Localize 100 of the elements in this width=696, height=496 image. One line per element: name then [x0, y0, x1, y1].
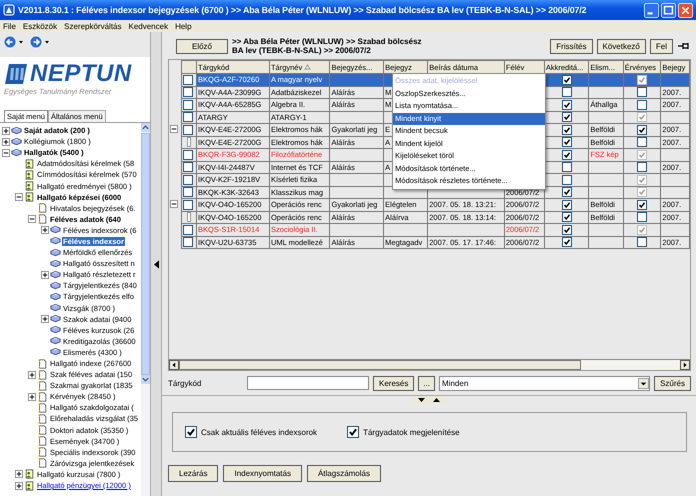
menu-item[interactable]: Kedvencek: [128, 22, 168, 30]
row-checkbox[interactable]: [183, 87, 193, 98]
scroll-thumb[interactable]: [141, 133, 150, 375]
menu-item[interactable]: Eszközök: [22, 22, 58, 30]
valid-checkbox[interactable]: [637, 174, 648, 185]
accredited-checkbox[interactable]: [562, 150, 572, 160]
scroll-thumb[interactable]: [179, 360, 581, 370]
collapse-toggle[interactable]: [15, 193, 23, 202]
accredited-checkbox[interactable]: [562, 187, 572, 198]
logo-text: NEPTUN: [30, 63, 132, 85]
expand-toggle[interactable]: [2, 126, 10, 135]
accredited-checkbox[interactable]: [562, 237, 572, 248]
accredited-checkbox[interactable]: [562, 100, 572, 110]
filter-dropdown[interactable]: Minden: [439, 376, 650, 390]
collapse-toggle[interactable]: [170, 124, 178, 133]
header-button[interactable]: Frissítés: [550, 38, 593, 54]
valid-checkbox[interactable]: [637, 100, 648, 110]
row-checkbox[interactable]: [183, 224, 193, 235]
row-checkbox[interactable]: [187, 137, 191, 148]
search-button[interactable]: Keresés: [373, 376, 414, 390]
menu-item[interactable]: File: [3, 22, 16, 30]
expand-toggle[interactable]: [28, 392, 36, 401]
collapse-toggle[interactable]: [170, 200, 178, 208]
page-icon: [37, 458, 48, 468]
valid-checkbox[interactable]: [637, 74, 648, 85]
accredited-checkbox[interactable]: [562, 112, 572, 122]
accredited-checkbox[interactable]: [562, 124, 572, 135]
valid-checkbox[interactable]: [637, 187, 648, 198]
header-button[interactable]: Következő: [596, 38, 646, 54]
forward-button[interactable]: [30, 36, 52, 48]
expand-toggle[interactable]: [2, 138, 10, 146]
valid-checkbox[interactable]: [637, 150, 648, 160]
subject-code-field[interactable]: [247, 376, 369, 390]
row-checkbox[interactable]: [183, 100, 193, 110]
row-checkbox[interactable]: [183, 200, 193, 210]
collapse-toggle[interactable]: [28, 215, 36, 224]
valid-checkbox[interactable]: [637, 137, 648, 148]
accredited-checkbox[interactable]: [562, 137, 572, 148]
scroll-left-icon[interactable]: [169, 360, 179, 370]
action-button[interactable]: Indexnyomtatás: [223, 465, 302, 482]
back-button[interactable]: [4, 36, 26, 48]
expand-toggle[interactable]: [41, 315, 49, 324]
scroll-down-icon[interactable]: [141, 375, 150, 384]
valid-checkbox[interactable]: [637, 124, 648, 135]
row-checkbox[interactable]: [183, 112, 193, 122]
option-checkbox[interactable]: [185, 426, 197, 438]
row-checkbox[interactable]: [187, 212, 191, 222]
sort-icon: [304, 64, 312, 70]
scroll-right-icon[interactable]: [680, 360, 690, 370]
expand-toggle[interactable]: [15, 482, 23, 490]
accredited-checkbox[interactable]: [562, 174, 572, 185]
valid-checkbox[interactable]: [637, 112, 648, 122]
pin-icon[interactable]: [677, 41, 691, 51]
minimize-button[interactable]: [644, 2, 659, 18]
expand-toggle[interactable]: [41, 270, 49, 279]
maximize-button[interactable]: [661, 2, 676, 18]
document-person-icon: [24, 170, 35, 180]
horizontal-scrollbar[interactable]: [169, 359, 690, 370]
row-checkbox[interactable]: [183, 150, 193, 160]
expand-toggle[interactable]: [41, 226, 49, 234]
close-button[interactable]: [678, 2, 693, 18]
dropdown-icon: [638, 378, 650, 388]
accredited-checkbox[interactable]: [562, 200, 572, 210]
collapse-left-icon[interactable]: [154, 260, 158, 268]
page-icon: [37, 414, 48, 424]
accredited-checkbox[interactable]: [562, 87, 572, 98]
page-icon: [37, 425, 48, 436]
header-button[interactable]: Fel: [650, 38, 673, 54]
valid-checkbox[interactable]: [637, 200, 648, 210]
row-checkbox[interactable]: [183, 74, 193, 85]
expand-toggle[interactable]: [28, 370, 36, 379]
more-button[interactable]: ...: [418, 376, 436, 390]
previous-button[interactable]: Előző: [176, 38, 228, 54]
valid-checkbox[interactable]: [637, 237, 648, 248]
expand-toggle[interactable]: [15, 470, 23, 478]
vertical-scrollbar[interactable]: [141, 123, 150, 496]
document-person-icon: [24, 181, 35, 192]
valid-checkbox[interactable]: [637, 212, 648, 222]
valid-checkbox[interactable]: [637, 87, 648, 98]
accredited-checkbox[interactable]: [562, 74, 572, 85]
action-button[interactable]: Átlagszámolás: [306, 465, 381, 482]
accredited-checkbox[interactable]: [562, 224, 572, 235]
row-checkbox[interactable]: [183, 174, 193, 185]
option-checkbox[interactable]: [347, 426, 360, 438]
accredited-checkbox[interactable]: [562, 212, 572, 222]
scroll-up-icon[interactable]: [141, 123, 150, 132]
menu-item[interactable]: Szerepkörváltás: [64, 22, 122, 30]
valid-checkbox[interactable]: [637, 162, 648, 172]
filter-button[interactable]: Szűrés: [654, 376, 691, 390]
collapse-toggle[interactable]: [2, 148, 10, 157]
action-button[interactable]: Lezárás: [168, 465, 218, 482]
valid-checkbox[interactable]: [637, 224, 648, 235]
row-checkbox[interactable]: [183, 187, 193, 198]
accredited-checkbox[interactable]: [562, 162, 572, 172]
row-checkbox[interactable]: [183, 162, 193, 172]
row-checkbox[interactable]: [183, 124, 193, 135]
window-title: V2011.8.30.1 : Féléves indexsor bejegyzések (6700 ) >> Aba Béla Péter (WLNLUW) >> Szabad bölcsész BA lev (TEBK-B-N-SAL) >> 2006/07/2: [18, 5, 588, 15]
panel-toggle-icon[interactable]: [412, 396, 446, 404]
menu-item[interactable]: Help: [175, 22, 192, 30]
row-checkbox[interactable]: [183, 237, 193, 248]
